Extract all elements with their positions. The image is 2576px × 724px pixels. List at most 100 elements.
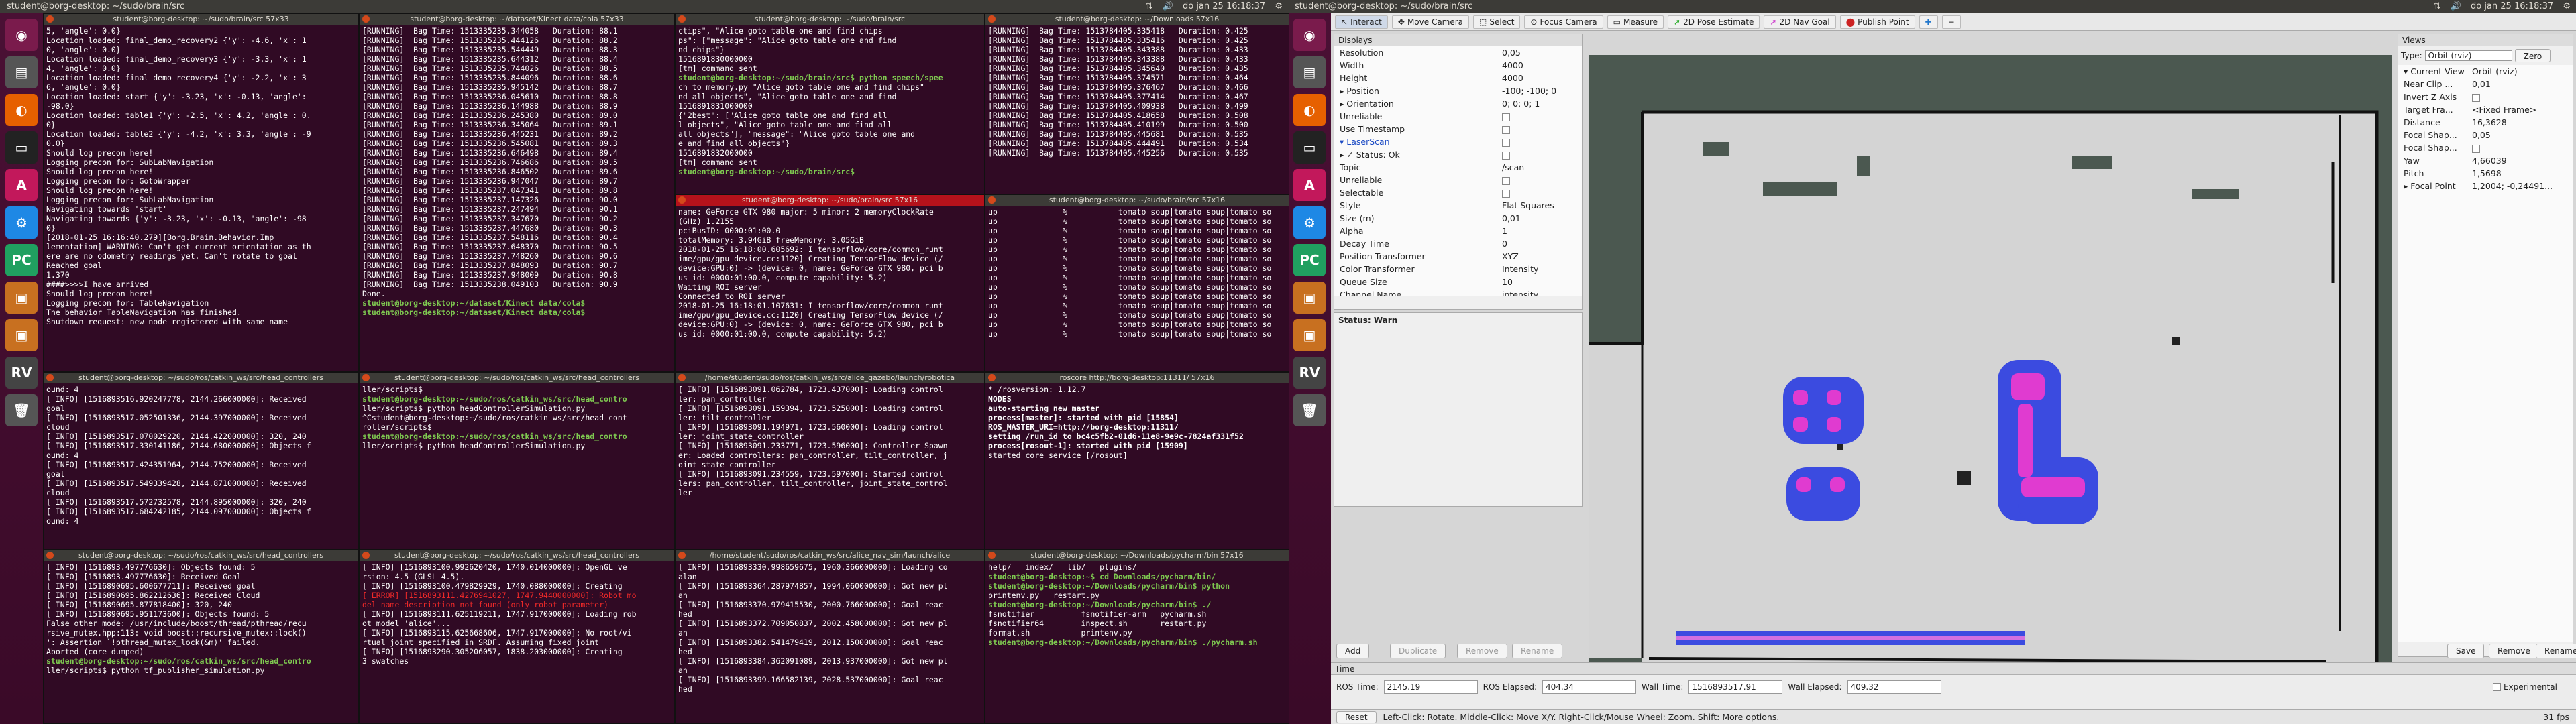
terminal-window[interactable]: student@borg-desktop: ~/sudo/ros/catkin_… bbox=[43, 550, 359, 724]
close-icon[interactable] bbox=[988, 374, 996, 381]
terminal-titlebar[interactable]: student@borg-desktop: ~/dataset/Kinect d… bbox=[360, 14, 674, 25]
terminal-window[interactable]: student@borg-desktop: ~/sudo/brain/src 5… bbox=[985, 194, 1289, 372]
ros-time-field[interactable]: 2145.19 bbox=[1383, 680, 1478, 694]
checkbox[interactable] bbox=[1502, 176, 1510, 185]
terminal-output[interactable]: [RUNNING] Bag Time: 1513335235.344058 Du… bbox=[360, 25, 674, 318]
terminal-window[interactable]: student@borg-desktop: ~/dataset/Kinect d… bbox=[359, 13, 675, 372]
display-property-row[interactable]: Color Transformer Intensity bbox=[1334, 263, 1582, 276]
views-rename-button[interactable]: Rename bbox=[2536, 644, 2576, 658]
terminal-titlebar[interactable]: student@borg-desktop: ~/Downloads/pychar… bbox=[985, 550, 1289, 561]
property-value[interactable]: Orbit (rviz) bbox=[2472, 66, 2573, 76]
terminal-titlebar[interactable]: student@borg-desktop: ~/sudo/brain/src 5… bbox=[44, 14, 358, 25]
display-property-row[interactable]: ▸ Position -100; -100; 0 bbox=[1334, 84, 1582, 97]
terminal-window[interactable]: student@borg-desktop: ~/sudo/ros/catkin_… bbox=[359, 372, 675, 550]
property-value[interactable] bbox=[1502, 175, 1582, 185]
tool-add[interactable]: ✚ bbox=[1919, 15, 1938, 29]
property-value[interactable]: 1,5698 bbox=[2472, 168, 2573, 178]
display-property-row[interactable]: Position Transformer XYZ bbox=[1334, 250, 1582, 263]
view-property-row[interactable]: Target Fra... <Fixed Frame> bbox=[2398, 103, 2573, 116]
terminal-output[interactable]: ctips", "Alice goto table one and find c… bbox=[676, 25, 984, 178]
terminal-output[interactable]: [ INFO] [1516893330.998659675, 1960.3660… bbox=[676, 561, 984, 695]
tool-interact[interactable]: ↖ Interact bbox=[1335, 15, 1388, 29]
terminal-output[interactable]: name: GeForce GTX 980 major: 5 minor: 2 … bbox=[676, 206, 984, 340]
tool-remove[interactable]: − bbox=[1941, 15, 1961, 29]
zero-button[interactable]: Zero bbox=[2514, 49, 2551, 62]
property-value[interactable]: <Fixed Frame> bbox=[2472, 105, 2573, 115]
terminal-output[interactable]: 5, 'angle': 0.0} Location loaded: final_d… bbox=[44, 25, 358, 328]
terminal-titlebar[interactable]: student@borg-desktop: ~/sudo/ros/catkin_… bbox=[360, 373, 674, 383]
property-value[interactable]: 4000 bbox=[1502, 73, 1582, 83]
display-property-row[interactable]: ▸ ✓ Status: Ok bbox=[1334, 148, 1582, 161]
remove-button[interactable]: Remove bbox=[1457, 644, 1507, 658]
terminal-output[interactable]: [ INFO] [1516893091.062784, 1723.437000]… bbox=[676, 383, 984, 499]
display-property-row[interactable]: Resolution 0,05 bbox=[1334, 46, 1582, 59]
3d-viewport[interactable] bbox=[1589, 55, 2392, 678]
terminal-titlebar[interactable]: student@borg-desktop: ~/sudo/brain/src bbox=[676, 14, 984, 25]
package-icon[interactable]: ▣ bbox=[5, 282, 38, 314]
close-icon[interactable] bbox=[46, 552, 54, 559]
rviz-icon[interactable]: RV bbox=[5, 357, 38, 389]
display-property-row[interactable]: Topic/scan bbox=[1334, 161, 1582, 174]
display-property-row[interactable]: ▸ Orientation 0; 0; 0; 1 bbox=[1334, 97, 1582, 110]
tool-publish-point[interactable]: ⬤ Publish Point bbox=[1839, 15, 1915, 29]
view-property-row[interactable]: Distance 16,3628 bbox=[2398, 116, 2573, 129]
add-button[interactable]: Add bbox=[1336, 644, 1370, 658]
property-value[interactable] bbox=[1502, 149, 1582, 160]
terminal-titlebar[interactable]: student@borg-desktop: ~/sudo/ros/catkin_… bbox=[44, 550, 358, 561]
views-remove-button[interactable]: Remove bbox=[2489, 644, 2539, 658]
tool-move-camera[interactable]: ✥ Move Camera bbox=[1391, 15, 1470, 29]
volume-icon[interactable]: 🔊 bbox=[1163, 1, 1173, 11]
property-value[interactable]: -100; -100; 0 bbox=[1502, 86, 1582, 96]
property-value[interactable]: /scan bbox=[1502, 162, 1582, 172]
tool-measure[interactable]: ▭ Measure bbox=[1607, 15, 1664, 29]
terminal-output[interactable]: ller/scripts$ student@borg-desktop:~/sudo… bbox=[360, 383, 674, 452]
property-value[interactable]: 10 bbox=[1502, 277, 1582, 287]
terminal-titlebar[interactable]: /home/student/sudo/ros/catkin_ws/src/ali… bbox=[676, 550, 984, 561]
property-value[interactable]: Flat Squares bbox=[1502, 200, 1582, 210]
property-value[interactable] bbox=[2472, 143, 2573, 153]
terminal-output[interactable]: help/ index/ lib/ plugins/student@borg-d… bbox=[985, 561, 1289, 648]
property-value[interactable] bbox=[1502, 188, 1582, 198]
close-icon[interactable] bbox=[678, 374, 686, 381]
network-icon[interactable]: ⇅ bbox=[1146, 1, 1153, 11]
terminal-titlebar[interactable]: student@borg-desktop: ~/sudo/brain/src 5… bbox=[676, 195, 984, 206]
display-property-row[interactable]: ▾ LaserScan bbox=[1334, 135, 1582, 148]
terminal-window[interactable]: student@borg-desktop: ~/sudo/ros/catkin_… bbox=[43, 372, 359, 550]
pycharm-icon[interactable]: PC bbox=[5, 244, 38, 276]
property-value[interactable]: 0,01 bbox=[2472, 79, 2573, 89]
settings-icon[interactable]: ⚙ bbox=[5, 206, 38, 239]
package-icon[interactable]: ▣ bbox=[1293, 319, 1326, 351]
property-value[interactable]: XYZ bbox=[1502, 251, 1582, 261]
property-value[interactable] bbox=[1502, 137, 1582, 147]
display-property-row[interactable]: Alpha 1 bbox=[1334, 225, 1582, 237]
display-property-row[interactable]: Width 4000 bbox=[1334, 59, 1582, 72]
files-icon[interactable]: ▤ bbox=[5, 56, 38, 88]
view-property-row[interactable]: Pitch 1,5698 bbox=[2398, 167, 2573, 180]
checkbox[interactable] bbox=[1502, 125, 1510, 134]
display-property-row[interactable]: Selectable bbox=[1334, 186, 1582, 199]
close-icon[interactable] bbox=[362, 552, 370, 559]
property-value[interactable]: 0 bbox=[1502, 239, 1582, 249]
property-value[interactable] bbox=[2472, 92, 2573, 102]
gear-icon[interactable]: ⚙ bbox=[1275, 1, 1283, 11]
terminal-output[interactable]: [ INFO] [1516893100.992620420, 1740.0140… bbox=[360, 561, 674, 667]
dash-icon[interactable]: ◉ bbox=[5, 19, 38, 51]
terminal-window[interactable]: student@borg-desktop: ~/sudo/brain/src 5… bbox=[675, 194, 985, 372]
view-property-row[interactable]: Focal Shap... bbox=[2398, 141, 2573, 154]
checkbox[interactable] bbox=[2492, 683, 2501, 691]
close-icon[interactable] bbox=[988, 552, 996, 559]
property-value[interactable]: 1,2004; -0,24491... bbox=[2472, 181, 2573, 191]
close-icon[interactable] bbox=[46, 15, 54, 23]
terminal-titlebar[interactable]: student@borg-desktop: ~/sudo/brain/src 5… bbox=[985, 195, 1289, 206]
display-property-row[interactable]: Size (m) 0,01 bbox=[1334, 212, 1582, 225]
property-value[interactable]: 4,66039 bbox=[2472, 156, 2573, 166]
terminal-output[interactable]: * /rosversion: 1.12.7 NODES auto-starting … bbox=[985, 383, 1289, 461]
property-value[interactable]: 0; 0; 0; 1 bbox=[1502, 99, 1582, 109]
view-property-row[interactable]: ▸ Focal Point 1,2004; -0,24491... bbox=[2398, 180, 2573, 192]
property-value[interactable]: Intensity bbox=[1502, 264, 1582, 274]
close-icon[interactable] bbox=[678, 15, 686, 23]
map-render[interactable] bbox=[1589, 55, 2392, 678]
terminal-output[interactable]: [ INFO] [1516893.497776630]: Objects fou… bbox=[44, 561, 358, 676]
terminal-window[interactable]: /home/student/sudo/ros/catkin_ws/src/ali… bbox=[675, 372, 985, 550]
reset-button[interactable]: Reset bbox=[1336, 711, 1377, 723]
